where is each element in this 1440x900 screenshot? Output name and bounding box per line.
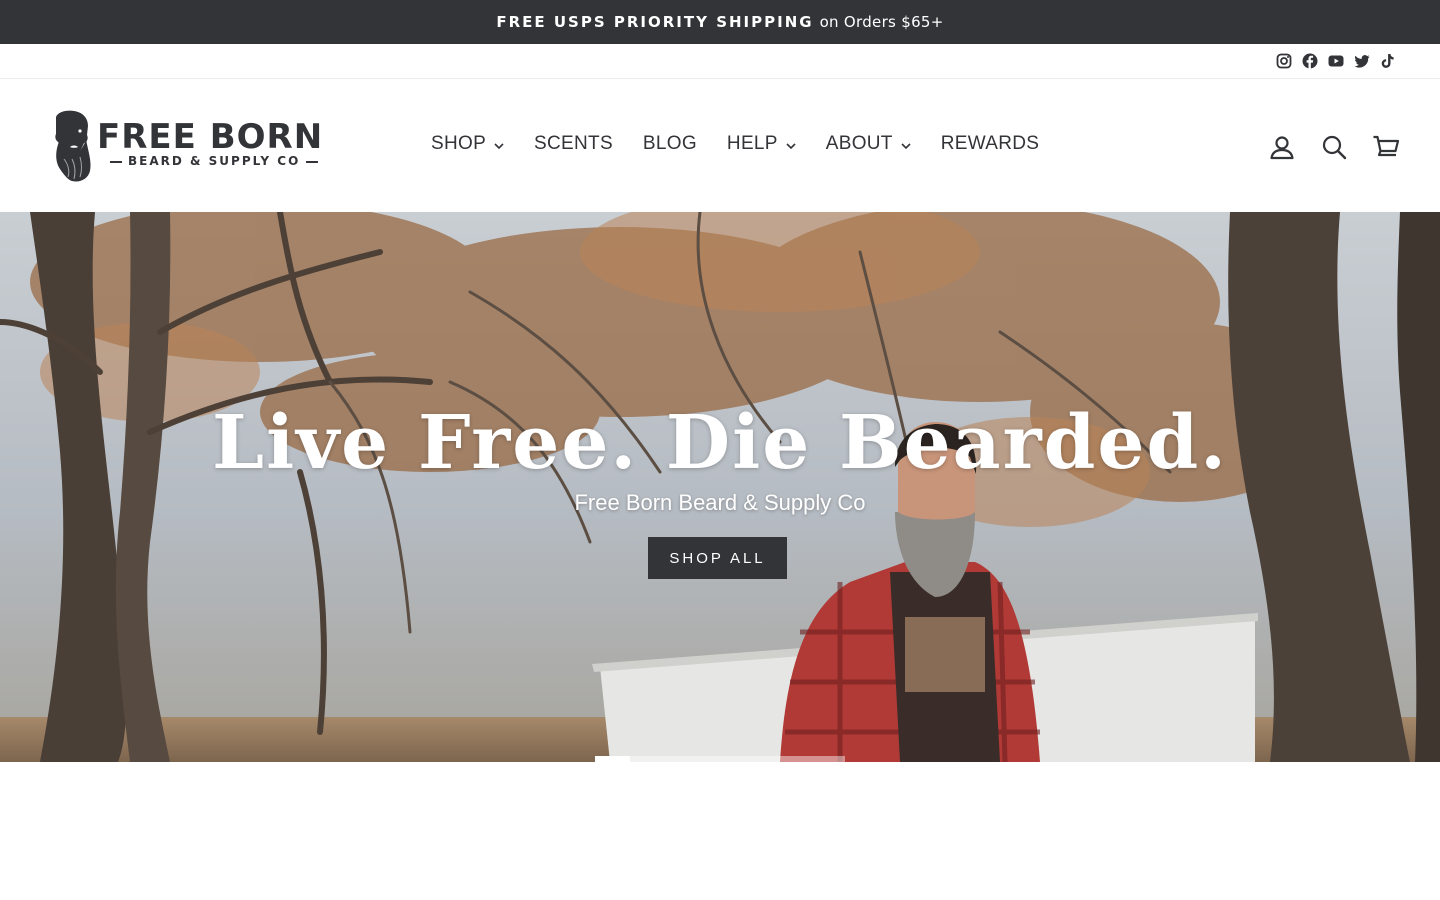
nav-item-label: SCENTS — [534, 133, 613, 154]
nav-item-label: ABOUT — [825, 133, 893, 154]
announcement-strong: FREE USPS PRIORITY SHIPPING — [496, 13, 814, 31]
cart-icon[interactable] — [1372, 133, 1400, 161]
site-header: FREE BORN BEARD & SUPPLY CO SHOP SCENTS … — [0, 79, 1440, 212]
hero-subtitle: Free Born Beard & Supply Co — [574, 490, 866, 515]
announcement-rest: on Orders $65+ — [819, 13, 944, 31]
nav-item-blog[interactable]: BLOG — [628, 129, 712, 159]
twitter-icon[interactable] — [1354, 53, 1370, 69]
shop-all-button[interactable]: SHOP ALL — [648, 537, 787, 579]
header-actions — [1268, 133, 1400, 161]
social-links — [1276, 53, 1396, 69]
slider-progress[interactable] — [595, 756, 845, 762]
nav-item-label: REWARDS — [940, 133, 1040, 154]
main-nav: SHOP SCENTS BLOG HELP ABOUT REWARDS — [416, 129, 1054, 159]
nav-item-help[interactable]: HELP — [712, 129, 811, 159]
tiktok-icon[interactable] — [1380, 53, 1396, 69]
nav-item-shop[interactable]: SHOP — [416, 129, 519, 159]
hero-title: Live Free. Die Bearded. — [212, 400, 1228, 486]
announcement-bar: FREE USPS PRIORITY SHIPPING on Orders $6… — [0, 0, 1440, 44]
logo-title: FREE BORN — [97, 117, 324, 157]
nav-item-scents[interactable]: SCENTS — [519, 129, 628, 159]
nav-item-about[interactable]: ABOUT — [811, 129, 926, 159]
hero-banner: Live Free. Die Bearded. Free Born Beard … — [0, 212, 1440, 762]
bearded-man-logo-icon — [46, 110, 91, 182]
chevron-down-icon — [494, 142, 504, 149]
hero-background-image — [0, 212, 1440, 762]
chevron-down-icon — [901, 142, 911, 149]
chevron-down-icon — [786, 142, 796, 149]
logo-subtitle: BEARD & SUPPLY CO — [104, 154, 324, 168]
social-bar — [0, 44, 1440, 79]
facebook-icon[interactable] — [1302, 53, 1318, 69]
nav-item-label: HELP — [726, 133, 778, 154]
site-logo[interactable]: FREE BORN BEARD & SUPPLY CO — [40, 109, 322, 183]
slider-progress-fill — [595, 756, 630, 762]
instagram-icon[interactable] — [1276, 53, 1292, 69]
search-icon[interactable] — [1320, 133, 1348, 161]
youtube-icon[interactable] — [1328, 53, 1344, 69]
nav-item-rewards[interactable]: REWARDS — [926, 129, 1055, 159]
account-icon[interactable] — [1268, 133, 1296, 161]
nav-item-label: SHOP — [431, 133, 487, 154]
nav-item-label: BLOG — [642, 133, 697, 154]
